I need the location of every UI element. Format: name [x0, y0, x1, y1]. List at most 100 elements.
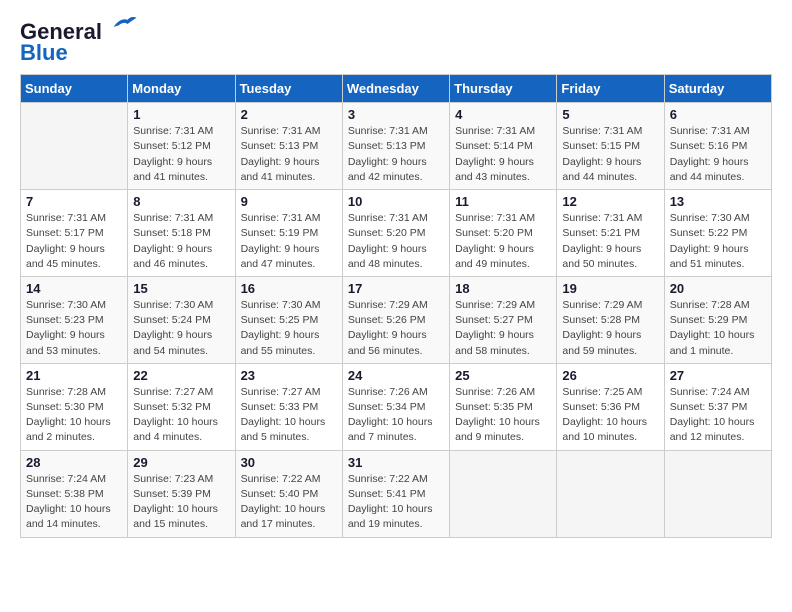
weekday-monday: Monday	[128, 75, 235, 103]
calendar-cell	[664, 450, 771, 537]
calendar-cell: 15 Sunrise: 7:30 AMSunset: 5:24 PMDayligh…	[128, 276, 235, 363]
calendar-cell: 4Sunrise: 7:31 AMSunset: 5:14 PMDaylight…	[450, 103, 557, 190]
weekday-tuesday: Tuesday	[235, 75, 342, 103]
calendar-cell: 31 Sunrise: 7:22 AMSunset: 5:41 PMDayligh…	[342, 450, 449, 537]
day-number: 2	[241, 107, 337, 122]
day-info: Sunrise: 7:26 AMSunset: 5:35 PMDaylight:…	[455, 385, 551, 446]
header: General Blue	[20, 20, 772, 66]
day-number: 23	[241, 368, 337, 383]
calendar-cell: 22 Sunrise: 7:27 AMSunset: 5:32 PMDayligh…	[128, 363, 235, 450]
logo: General Blue	[20, 20, 138, 66]
day-number: 7	[26, 194, 122, 209]
calendar-cell: 18 Sunrise: 7:29 AMSunset: 5:27 PMDayligh…	[450, 276, 557, 363]
day-number: 10	[348, 194, 444, 209]
calendar-cell: 2 Sunrise: 7:31 AMSunset: 5:13 PMDaylight…	[235, 103, 342, 190]
day-info: Sunrise: 7:31 AMSunset: 5:12 PMDaylight:…	[133, 124, 229, 185]
day-number: 4	[455, 107, 551, 122]
day-info: Sunrise: 7:26 AMSunset: 5:34 PMDaylight:…	[348, 385, 444, 446]
calendar-cell: 14 Sunrise: 7:30 AMSunset: 5:23 PMDayligh…	[21, 276, 128, 363]
day-number: 16	[241, 281, 337, 296]
day-info: Sunrise: 7:31 AMSunset: 5:15 PMDaylight:…	[562, 124, 658, 185]
day-number: 28	[26, 455, 122, 470]
day-info: Sunrise: 7:31 AMSunset: 5:18 PMDaylight:…	[133, 211, 229, 272]
day-number: 18	[455, 281, 551, 296]
calendar-cell	[557, 450, 664, 537]
day-info: Sunrise: 7:24 AMSunset: 5:38 PMDaylight:…	[26, 472, 122, 533]
calendar-table: SundayMondayTuesdayWednesdayThursdayFrid…	[20, 74, 772, 537]
weekday-thursday: Thursday	[450, 75, 557, 103]
week-row-5: 28 Sunrise: 7:24 AMSunset: 5:38 PMDayligh…	[21, 450, 772, 537]
week-row-1: 1 Sunrise: 7:31 AMSunset: 5:12 PMDaylight…	[21, 103, 772, 190]
day-number: 15	[133, 281, 229, 296]
day-number: 20	[670, 281, 766, 296]
calendar-cell: 26 Sunrise: 7:25 AMSunset: 5:36 PMDayligh…	[557, 363, 664, 450]
calendar-cell: 17 Sunrise: 7:29 AMSunset: 5:26 PMDayligh…	[342, 276, 449, 363]
day-number: 29	[133, 455, 229, 470]
day-info: Sunrise: 7:22 AMSunset: 5:41 PMDaylight:…	[348, 472, 444, 533]
day-info: Sunrise: 7:24 AMSunset: 5:37 PMDaylight:…	[670, 385, 766, 446]
weekday-wednesday: Wednesday	[342, 75, 449, 103]
calendar-cell: 27 Sunrise: 7:24 AMSunset: 5:37 PMDayligh…	[664, 363, 771, 450]
day-number: 25	[455, 368, 551, 383]
day-number: 26	[562, 368, 658, 383]
day-info: Sunrise: 7:30 AMSunset: 5:25 PMDaylight:…	[241, 298, 337, 359]
calendar-cell: 9 Sunrise: 7:31 AMSunset: 5:19 PMDaylight…	[235, 190, 342, 277]
day-number: 9	[241, 194, 337, 209]
calendar-cell: 10 Sunrise: 7:31 AMSunset: 5:20 PMDayligh…	[342, 190, 449, 277]
day-number: 3	[348, 107, 444, 122]
calendar-cell: 1 Sunrise: 7:31 AMSunset: 5:12 PMDaylight…	[128, 103, 235, 190]
day-info: Sunrise: 7:30 AMSunset: 5:22 PMDaylight:…	[670, 211, 766, 272]
calendar-cell: 11Sunrise: 7:31 AMSunset: 5:20 PMDayligh…	[450, 190, 557, 277]
day-number: 5	[562, 107, 658, 122]
calendar-cell: 29Sunrise: 7:23 AMSunset: 5:39 PMDayligh…	[128, 450, 235, 537]
calendar-cell: 23 Sunrise: 7:27 AMSunset: 5:33 PMDayligh…	[235, 363, 342, 450]
calendar-cell: 12Sunrise: 7:31 AMSunset: 5:21 PMDayligh…	[557, 190, 664, 277]
calendar-cell: 30Sunrise: 7:22 AMSunset: 5:40 PMDayligh…	[235, 450, 342, 537]
day-number: 22	[133, 368, 229, 383]
calendar-cell	[450, 450, 557, 537]
week-row-3: 14 Sunrise: 7:30 AMSunset: 5:23 PMDayligh…	[21, 276, 772, 363]
week-row-2: 7 Sunrise: 7:31 AMSunset: 5:17 PMDaylight…	[21, 190, 772, 277]
day-number: 13	[670, 194, 766, 209]
day-info: Sunrise: 7:31 AMSunset: 5:13 PMDaylight:…	[241, 124, 337, 185]
day-number: 21	[26, 368, 122, 383]
day-number: 6	[670, 107, 766, 122]
day-number: 17	[348, 281, 444, 296]
calendar-cell	[21, 103, 128, 190]
day-info: Sunrise: 7:22 AMSunset: 5:40 PMDaylight:…	[241, 472, 337, 533]
day-info: Sunrise: 7:31 AMSunset: 5:20 PMDaylight:…	[348, 211, 444, 272]
calendar-cell: 20 Sunrise: 7:28 AMSunset: 5:29 PMDayligh…	[664, 276, 771, 363]
calendar-cell: 5 Sunrise: 7:31 AMSunset: 5:15 PMDaylight…	[557, 103, 664, 190]
calendar-cell: 25 Sunrise: 7:26 AMSunset: 5:35 PMDayligh…	[450, 363, 557, 450]
day-info: Sunrise: 7:30 AMSunset: 5:24 PMDaylight:…	[133, 298, 229, 359]
logo-blue: Blue	[20, 40, 68, 66]
day-info: Sunrise: 7:30 AMSunset: 5:23 PMDaylight:…	[26, 298, 122, 359]
weekday-saturday: Saturday	[664, 75, 771, 103]
day-info: Sunrise: 7:31 AMSunset: 5:17 PMDaylight:…	[26, 211, 122, 272]
day-info: Sunrise: 7:31 AMSunset: 5:19 PMDaylight:…	[241, 211, 337, 272]
day-info: Sunrise: 7:28 AMSunset: 5:29 PMDaylight:…	[670, 298, 766, 359]
calendar-cell: 7 Sunrise: 7:31 AMSunset: 5:17 PMDaylight…	[21, 190, 128, 277]
day-number: 14	[26, 281, 122, 296]
day-number: 24	[348, 368, 444, 383]
week-row-4: 21 Sunrise: 7:28 AMSunset: 5:30 PMDayligh…	[21, 363, 772, 450]
day-info: Sunrise: 7:27 AMSunset: 5:33 PMDaylight:…	[241, 385, 337, 446]
day-info: Sunrise: 7:31 AMSunset: 5:16 PMDaylight:…	[670, 124, 766, 185]
day-number: 31	[348, 455, 444, 470]
calendar-cell: 19 Sunrise: 7:29 AMSunset: 5:28 PMDayligh…	[557, 276, 664, 363]
day-info: Sunrise: 7:28 AMSunset: 5:30 PMDaylight:…	[26, 385, 122, 446]
day-info: Sunrise: 7:27 AMSunset: 5:32 PMDaylight:…	[133, 385, 229, 446]
day-number: 27	[670, 368, 766, 383]
day-number: 12	[562, 194, 658, 209]
day-number: 1	[133, 107, 229, 122]
day-info: Sunrise: 7:25 AMSunset: 5:36 PMDaylight:…	[562, 385, 658, 446]
calendar-cell: 3Sunrise: 7:31 AMSunset: 5:13 PMDaylight…	[342, 103, 449, 190]
day-info: Sunrise: 7:29 AMSunset: 5:27 PMDaylight:…	[455, 298, 551, 359]
day-number: 19	[562, 281, 658, 296]
weekday-sunday: Sunday	[21, 75, 128, 103]
calendar-cell: 16 Sunrise: 7:30 AMSunset: 5:25 PMDayligh…	[235, 276, 342, 363]
day-number: 8	[133, 194, 229, 209]
calendar-cell: 24 Sunrise: 7:26 AMSunset: 5:34 PMDayligh…	[342, 363, 449, 450]
day-info: Sunrise: 7:29 AMSunset: 5:26 PMDaylight:…	[348, 298, 444, 359]
day-info: Sunrise: 7:29 AMSunset: 5:28 PMDaylight:…	[562, 298, 658, 359]
